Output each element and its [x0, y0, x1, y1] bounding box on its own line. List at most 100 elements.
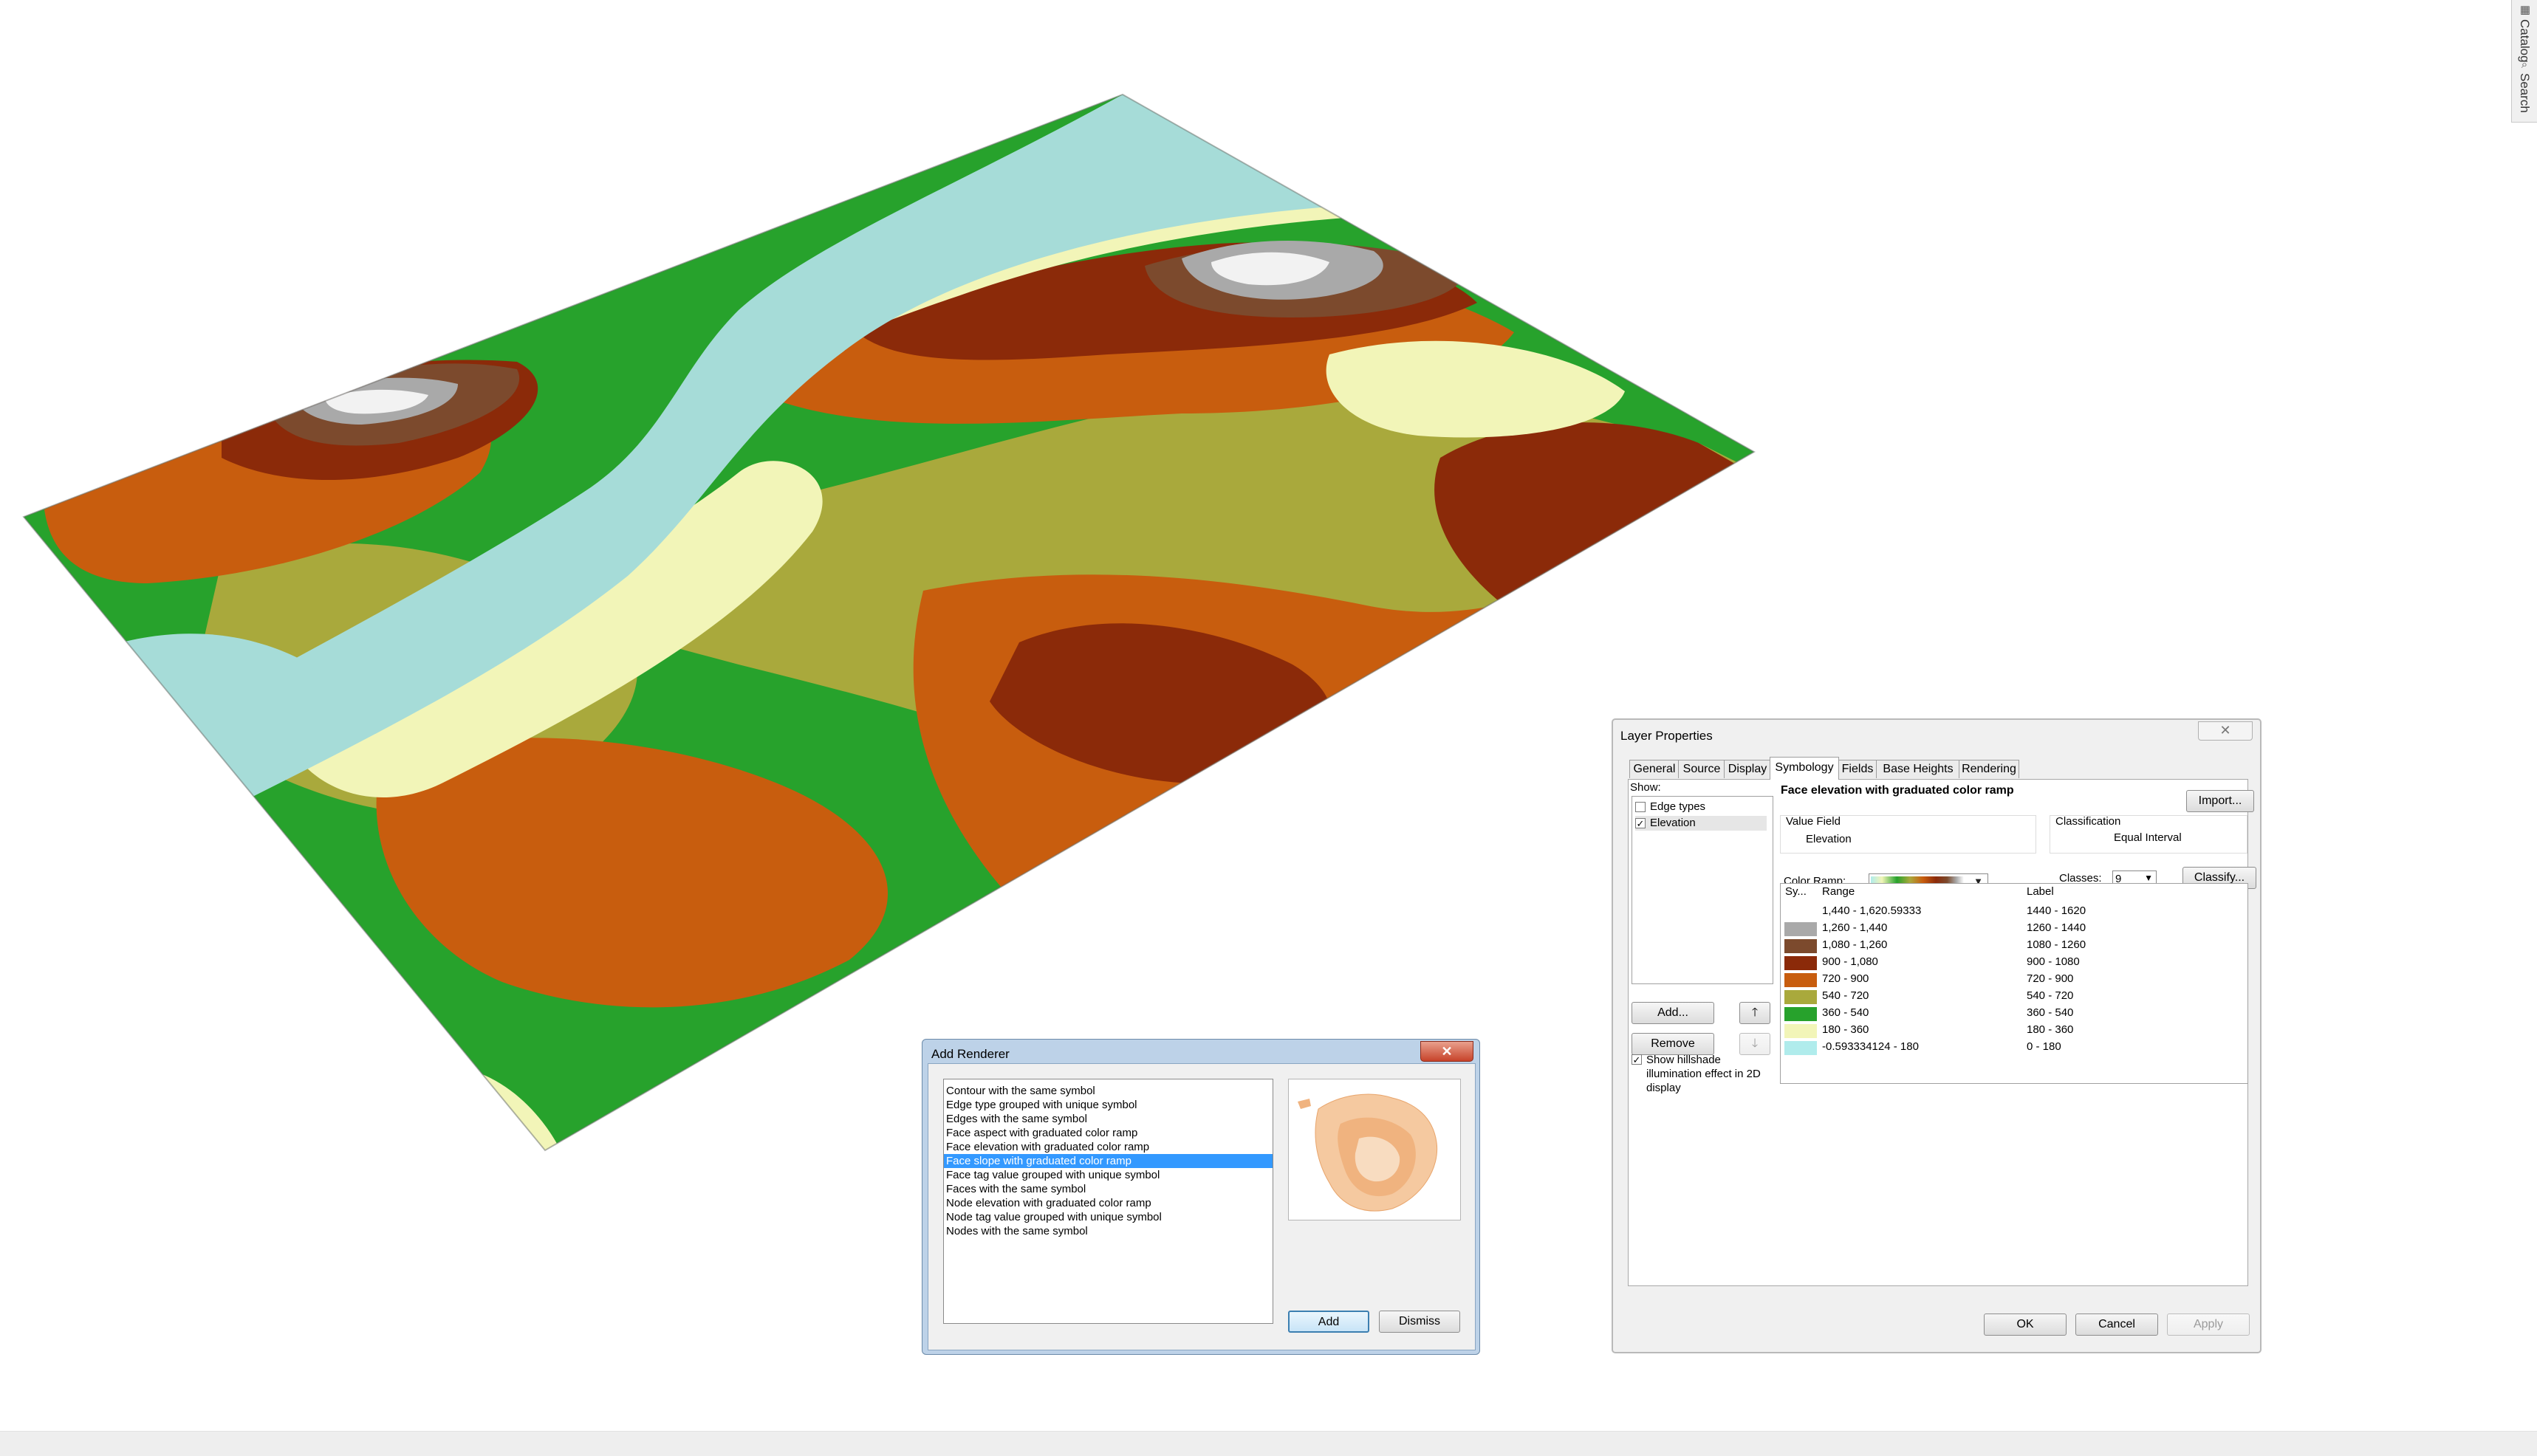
renderer-preview — [1288, 1079, 1461, 1220]
add-renderer-title: Add Renderer — [931, 1047, 1010, 1061]
class-symbol-swatch[interactable] — [1784, 1007, 1817, 1021]
catalog-icon: ▦ — [2519, 3, 2531, 16]
show-item-checkbox[interactable]: ✓ — [1635, 818, 1646, 828]
move-up-button[interactable]: 🡑 — [1739, 1002, 1770, 1024]
class-breaks-table[interactable]: Sy... Range Label 1,440 - 1,620.59333 144… — [1780, 883, 2248, 1084]
arrow-up-icon: 🡑 — [1751, 1006, 1759, 1019]
class-row[interactable]: 180 - 360 180 - 360 — [1781, 1022, 2239, 1039]
column-label[interactable]: Label — [2027, 885, 2054, 898]
class-row[interactable]: -0.593334124 - 180 0 - 180 — [1781, 1039, 2239, 1056]
show-item-label: Elevation — [1650, 817, 1696, 829]
renderer-list-item[interactable]: Face slope with graduated color ramp — [944, 1154, 1273, 1168]
class-label: 180 - 360 — [2027, 1023, 2074, 1036]
add-renderer-dialog: Add Renderer ✕ Contour with the same sym… — [922, 1039, 1480, 1355]
renderer-list-item[interactable]: Node tag value grouped with unique symbo… — [944, 1210, 1273, 1224]
dismiss-button[interactable]: Dismiss — [1379, 1311, 1460, 1333]
symbology-panel: Show: Edge types ✓ Elevation Add... Remove… — [1628, 779, 2256, 1286]
class-symbol-swatch[interactable] — [1784, 922, 1817, 936]
value-field-label: Value Field — [1786, 815, 1841, 828]
class-range: -0.593334124 - 180 — [1822, 1040, 1919, 1053]
tab-base-heights[interactable]: Base Heights — [1876, 760, 1960, 778]
add-button[interactable]: Add — [1288, 1311, 1369, 1333]
column-range[interactable]: Range — [1822, 885, 1855, 898]
show-item-edge-types[interactable]: Edge types — [1635, 800, 1705, 814]
class-range: 720 - 900 — [1822, 972, 1869, 985]
import-button[interactable]: Import... — [2186, 790, 2254, 812]
class-range: 1,260 - 1,440 — [1822, 921, 1888, 934]
renderer-list-item[interactable]: Contour with the same symbol — [944, 1084, 1273, 1098]
show-item-elevation[interactable]: ✓ Elevation — [1635, 816, 1767, 831]
cancel-button[interactable]: Cancel — [2075, 1314, 2158, 1336]
class-row[interactable]: 1,440 - 1,620.59333 1440 - 1620 — [1781, 903, 2239, 920]
class-label: 900 - 1080 — [2027, 955, 2080, 968]
classification-method: Equal Interval — [2114, 831, 2182, 844]
class-row[interactable]: 900 - 1,080 900 - 1080 — [1781, 954, 2239, 971]
chevron-down-icon: ▼ — [2144, 873, 2153, 883]
show-renderer-list[interactable]: Edge types ✓ Elevation — [1632, 796, 1773, 984]
ok-button[interactable]: OK — [1984, 1314, 2067, 1336]
layer-properties-title: Layer Properties — [1620, 729, 1713, 743]
class-range: 1,440 - 1,620.59333 — [1822, 904, 1922, 917]
tab-fields[interactable]: Fields — [1838, 760, 1877, 778]
move-down-button[interactable]: 🡓 — [1739, 1033, 1770, 1055]
class-symbol-swatch[interactable] — [1784, 1041, 1817, 1055]
class-label: 1260 - 1440 — [2027, 921, 2086, 934]
show-label: Show: — [1630, 781, 1661, 794]
hillshade-option[interactable]: ✓ Show hillshade illumination effect in … — [1632, 1053, 1772, 1095]
tab-rendering[interactable]: Rendering — [1959, 760, 2019, 778]
hillshade-label: Show hillshade illumination effect in 2D… — [1646, 1054, 1761, 1094]
class-label: 360 - 540 — [2027, 1006, 2074, 1019]
class-label: 720 - 900 — [2027, 972, 2074, 985]
class-symbol-swatch[interactable] — [1784, 990, 1817, 1004]
layer-properties-dialog: Layer Properties ✕ General Source Display S… — [1612, 718, 2262, 1353]
add-renderer-close-button[interactable]: ✕ — [1420, 1041, 1473, 1062]
class-symbol-swatch[interactable] — [1784, 905, 1817, 919]
tab-general[interactable]: General — [1629, 760, 1680, 778]
classification-label: Classification — [2055, 815, 2121, 828]
renderer-list-item[interactable]: Face tag value grouped with unique symbo… — [944, 1168, 1273, 1182]
renderer-list-item[interactable]: Face aspect with graduated color ramp — [944, 1126, 1273, 1140]
renderer-list[interactable]: Contour with the same symbol Edge type gr… — [943, 1079, 1273, 1324]
tab-symbology[interactable]: Symbology — [1770, 757, 1839, 780]
renderer-title: Face elevation with graduated color ramp — [1781, 784, 2014, 797]
class-row[interactable]: 720 - 900 720 - 900 — [1781, 971, 2239, 988]
show-item-checkbox[interactable] — [1635, 802, 1646, 812]
renderer-list-item[interactable]: Faces with the same symbol — [944, 1182, 1273, 1196]
search-icon: ⌕ — [2518, 59, 2531, 70]
value-field-value: Elevation — [1806, 833, 1852, 845]
renderer-list-item[interactable]: Face elevation with graduated color ramp — [944, 1140, 1273, 1154]
catalog-tab[interactable]: ▦ Catalog — [2513, 3, 2536, 63]
search-tab[interactable]: ⌕ Search — [2513, 59, 2536, 113]
class-symbol-swatch[interactable] — [1784, 939, 1817, 953]
class-symbol-swatch[interactable] — [1784, 973, 1817, 987]
add-renderer-button[interactable]: Add... — [1632, 1002, 1714, 1024]
class-row[interactable]: 540 - 720 540 - 720 — [1781, 988, 2239, 1005]
class-label: 0 - 180 — [2027, 1040, 2061, 1053]
hillshade-checkbox[interactable]: ✓ — [1632, 1054, 1642, 1065]
add-renderer-body: Contour with the same symbol Edge type gr… — [928, 1063, 1476, 1350]
arrow-down-icon: 🡓 — [1751, 1037, 1759, 1050]
terrain-darkred-area-east — [1434, 422, 1750, 613]
column-symbol[interactable]: Sy... — [1785, 885, 1807, 898]
class-row[interactable]: 1,260 - 1,440 1260 - 1440 — [1781, 920, 2239, 937]
class-row[interactable]: 360 - 540 360 - 540 — [1781, 1005, 2239, 1022]
dock-tabs: ▦ Catalog ⌕ Search — [2511, 0, 2537, 123]
class-symbol-swatch[interactable] — [1784, 1024, 1817, 1038]
search-tab-label: Search — [2518, 73, 2532, 113]
renderer-list-item[interactable]: Nodes with the same symbol — [944, 1224, 1273, 1238]
apply-button[interactable]: Apply — [2167, 1314, 2250, 1336]
class-label: 1440 - 1620 — [2027, 904, 2086, 917]
renderer-list-item[interactable]: Node elevation with graduated color ramp — [944, 1196, 1273, 1210]
class-symbol-swatch[interactable] — [1784, 956, 1817, 970]
tab-source[interactable]: Source — [1678, 760, 1725, 778]
renderer-list-item[interactable]: Edge type grouped with unique symbol — [944, 1098, 1273, 1112]
class-range: 1,080 - 1,260 — [1822, 938, 1888, 951]
class-range: 360 - 540 — [1822, 1006, 1869, 1019]
tab-display[interactable]: Display — [1724, 760, 1771, 778]
class-row[interactable]: 1,080 - 1,260 1080 - 1260 — [1781, 937, 2239, 954]
renderer-list-item[interactable]: Edges with the same symbol — [944, 1112, 1273, 1126]
remove-renderer-button[interactable]: Remove — [1632, 1033, 1714, 1055]
layer-properties-close-button[interactable]: ✕ — [2198, 721, 2253, 741]
status-bar — [0, 1431, 2537, 1456]
class-label: 540 - 720 — [2027, 989, 2074, 1002]
